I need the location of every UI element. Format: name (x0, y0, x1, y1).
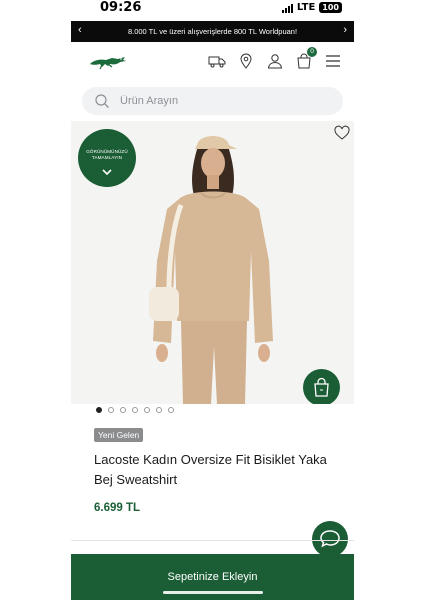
cart-icon[interactable]: 0 (295, 47, 317, 70)
pagination-dot[interactable] (168, 407, 174, 413)
divider (71, 540, 354, 541)
header-icons: 0 (208, 47, 342, 70)
promo-bar[interactable]: ‹ 8.000 TL ve üzeri alışverişlerde 800 T… (71, 21, 354, 42)
search-input[interactable] (120, 87, 330, 115)
right-margin (353, 0, 424, 600)
search-bar[interactable] (82, 87, 343, 115)
phone-viewport: 09:26 LTE 100 ‹ 8.000 TL ve üzeri alışve… (71, 0, 354, 600)
menu-icon[interactable] (324, 52, 342, 70)
battery-icon: 100 (319, 2, 342, 13)
status-bar: 09:26 LTE 100 (71, 0, 354, 20)
promo-prev-icon[interactable]: ‹ (78, 24, 82, 36)
signal-icon (281, 3, 293, 13)
product-image[interactable]: GÖRÜNÜMÜNÜZÜ TAMAMLAYIN (71, 121, 354, 404)
site-header: 0 (71, 42, 354, 82)
chat-bubble-icon (320, 530, 340, 548)
chevron-down-icon (102, 163, 112, 181)
promo-text: 8.000 TL ve üzeri alışverişlerde 800 TL … (127, 27, 298, 36)
lacoste-crocodile-logo[interactable] (88, 52, 128, 77)
home-indicator (163, 591, 263, 594)
status-right: LTE 100 (281, 2, 342, 13)
location-icon[interactable] (237, 52, 255, 70)
status-time: 09:26 (100, 0, 142, 15)
cart-count-badge: 0 (307, 47, 317, 57)
pagination-dot[interactable] (132, 407, 138, 413)
network-label: LTE (296, 2, 316, 13)
pagination-dot[interactable] (108, 407, 114, 413)
pagination-dot[interactable] (120, 407, 126, 413)
image-pagination[interactable] (96, 407, 174, 413)
chat-button[interactable] (312, 521, 348, 557)
product-title: Lacoste Kadın Oversize Fit Bisiklet Yaka… (94, 452, 327, 487)
new-arrival-tag: Yeni Gelen (94, 428, 144, 442)
search-icon (94, 93, 110, 114)
user-icon[interactable] (266, 52, 284, 70)
shopping-bag-icon (314, 377, 329, 397)
complete-look-badge[interactable]: GÖRÜNÜMÜNÜZÜ TAMAMLAYIN (78, 129, 136, 187)
pagination-dot[interactable] (156, 407, 162, 413)
product-price: 6.699 TL (94, 502, 141, 514)
promo-next-icon[interactable]: › (343, 24, 347, 36)
truck-icon[interactable] (208, 52, 226, 70)
pagination-dot[interactable] (144, 407, 150, 413)
left-margin (0, 0, 71, 600)
pagination-dot[interactable] (96, 407, 102, 413)
complete-look-text: GÖRÜNÜMÜNÜZÜ TAMAMLAYIN (86, 149, 128, 160)
shop-the-look-button[interactable] (303, 369, 340, 404)
heart-icon[interactable] (334, 125, 350, 146)
screen: 09:26 LTE 100 ‹ 8.000 TL ve üzeri alışve… (0, 0, 424, 600)
